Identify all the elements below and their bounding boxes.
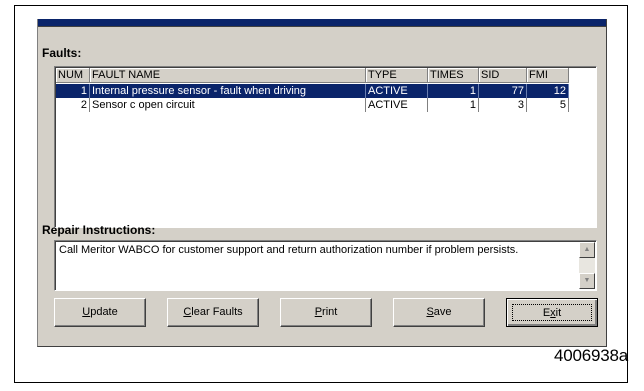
save-button[interactable]: Save	[393, 298, 485, 327]
update-label: pdate	[90, 306, 118, 318]
column-header-fmi[interactable]: FMI	[527, 68, 569, 83]
cell-type: ACTIVE	[366, 84, 428, 98]
faults-label: Faults:	[42, 46, 82, 60]
column-header-fault-name[interactable]: FAULT NAME	[90, 68, 366, 83]
save-label: ave	[433, 306, 452, 318]
column-header-sid[interactable]: SID	[479, 68, 527, 83]
save-mnemonic: S	[426, 306, 434, 318]
cell-type: ACTIVE	[366, 98, 428, 112]
repair-scrollbar[interactable]: ▲ ▼	[579, 242, 595, 289]
cell-num: 2	[56, 98, 90, 112]
cell-fault-name: Internal pressure sensor - fault when dr…	[90, 84, 366, 98]
clear-faults-button[interactable]: Clear Faults	[167, 298, 259, 327]
column-header-times[interactable]: TIMES	[428, 68, 479, 83]
column-header-type[interactable]: TYPE	[366, 68, 428, 83]
exit-focus-rect: Exit	[512, 304, 592, 321]
repair-instructions-text[interactable]: Call Meritor WABCO for customer support …	[54, 240, 597, 291]
table-row[interactable]: 1 Internal pressure sensor - fault when …	[56, 84, 569, 98]
cell-sid: 77	[479, 84, 527, 98]
scroll-down-icon[interactable]: ▼	[579, 273, 595, 289]
cell-times: 1	[428, 84, 479, 98]
cell-fault-name: Sensor c open circuit	[90, 98, 366, 112]
print-label: rint	[322, 306, 338, 318]
column-header-num[interactable]: NUM	[56, 68, 90, 83]
table-row[interactable]: 2 Sensor c open circuit ACTIVE 1 3 5	[56, 98, 569, 112]
repair-instructions-label: Repair Instructions:	[42, 223, 156, 237]
cell-fmi: 5	[527, 98, 569, 112]
title-bar	[38, 19, 606, 27]
exit-button[interactable]: Exit	[506, 298, 598, 327]
print-button[interactable]: Print	[280, 298, 372, 327]
scroll-up-icon[interactable]: ▲	[579, 242, 595, 258]
update-button[interactable]: Update	[54, 298, 146, 327]
fault-dialog: Faults: NUM FAULT NAME TYPE TIMES SID FM…	[37, 19, 607, 347]
print-mnemonic: P	[314, 306, 323, 318]
cell-sid: 3	[479, 98, 527, 112]
figure-id: 4006938a	[553, 346, 628, 365]
update-mnemonic: U	[82, 306, 91, 318]
cell-num: 1	[56, 84, 90, 98]
exit-label-end: it	[555, 307, 562, 319]
cell-fmi: 12	[527, 84, 569, 98]
clear-faults-label: lear Faults	[191, 306, 243, 318]
repair-instructions-content: Call Meritor WABCO for customer support …	[59, 244, 519, 256]
cell-times: 1	[428, 98, 479, 112]
faults-list[interactable]: NUM FAULT NAME TYPE TIMES SID FMI 1 Inte…	[54, 66, 597, 228]
